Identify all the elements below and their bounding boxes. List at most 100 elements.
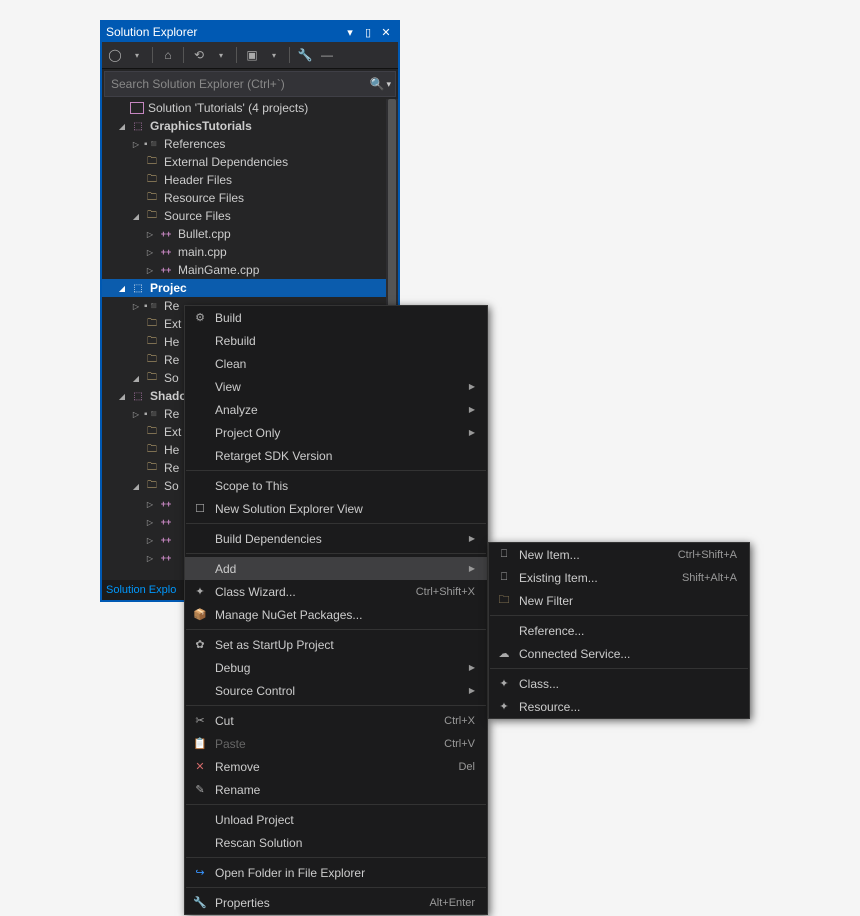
separator [152,47,153,63]
menu-cut[interactable]: ✂CutCtrl+X [185,709,487,732]
tree-row-project-selected[interactable]: ◢ ⬚ Projec [102,279,398,297]
expand-icon[interactable]: ◢ [116,120,128,132]
tree-row[interactable]: ▷🗀External Dependencies [102,153,398,171]
cpp-icon: ++ [158,262,174,278]
references-icon: ▪◾ [144,136,160,152]
menu-separator [186,523,486,524]
menu-class-wizard[interactable]: ✦Class Wizard...Ctrl+Shift+X [185,580,487,603]
menu-separator [186,629,486,630]
submenu-resource[interactable]: ✦Resource... [489,695,749,718]
cut-icon: ✂ [185,711,215,731]
separator [236,47,237,63]
menu-rename[interactable]: ✎Rename [185,778,487,801]
folder-icon: 🗀 [489,591,519,611]
menu-build-deps[interactable]: Build Dependencies▶ [185,527,487,550]
startup-icon: ✿ [185,635,215,655]
menu-clean[interactable]: Clean [185,352,487,375]
menu-rebuild[interactable]: Rebuild [185,329,487,352]
solution-icon [130,102,144,114]
home-icon[interactable]: ⌂ [159,46,177,64]
folder-icon: 🗀 [144,334,160,350]
menu-open-folder[interactable]: ↪Open Folder in File Explorer [185,861,487,884]
properties-icon[interactable]: 🔧 [296,46,314,64]
folder-icon: 🗀 [144,478,160,494]
class-icon: ✦ [489,674,519,694]
existing-item-icon: ⎕ [489,568,519,588]
tree-row-file[interactable]: ▷++main.cpp [102,243,398,261]
cpp-icon: ++ [158,532,174,548]
search-input[interactable] [109,76,370,92]
open-folder-icon: ↪ [185,863,215,883]
tree-row[interactable]: ◢🗀Source Files [102,207,398,225]
references-icon: ▪◾ [144,298,160,314]
submenu-class[interactable]: ✦Class... [489,672,749,695]
search-dd-icon[interactable]: ▾ [386,79,391,90]
submenu-new-item[interactable]: ⎕New Item...Ctrl+Shift+A [489,543,749,566]
dropdown-icon[interactable]: ▾ [342,24,358,40]
submenu-reference[interactable]: Reference... [489,619,749,642]
menu-view[interactable]: View▶ [185,375,487,398]
folder-icon: 🗀 [144,208,160,224]
new-view-icon: ☐ [185,499,215,519]
submenu-new-filter[interactable]: 🗀New Filter [489,589,749,612]
submenu-existing-item[interactable]: ⎕Existing Item...Shift+Alt+A [489,566,749,589]
cpp-icon: ++ [158,496,174,512]
menu-retarget[interactable]: Retarget SDK Version [185,444,487,467]
menu-separator [186,887,486,888]
menu-paste: 📋PasteCtrl+V [185,732,487,755]
nuget-icon: 📦 [185,605,215,625]
rename-icon: ✎ [185,780,215,800]
menu-scope[interactable]: Scope to This [185,474,487,497]
menu-build[interactable]: ⚙Build [185,306,487,329]
menu-nuget[interactable]: 📦Manage NuGet Packages... [185,603,487,626]
sync-dd-icon[interactable]: ▾ [212,46,230,64]
menu-project-only[interactable]: Project Only▶ [185,421,487,444]
separator [183,47,184,63]
menu-separator [186,804,486,805]
tree-label: Solution 'Tutorials' (4 projects) [148,101,308,115]
menu-new-view[interactable]: ☐New Solution Explorer View [185,497,487,520]
back-dd-icon[interactable]: ▾ [128,46,146,64]
project-icon: ⬚ [130,118,146,134]
tree-row[interactable]: ▷🗀Header Files [102,171,398,189]
submenu-connected-service[interactable]: ☁Connected Service... [489,642,749,665]
tree-row[interactable]: ▷▪◾References [102,135,398,153]
close-icon[interactable]: ✕ [378,24,394,40]
tab-solution-explorer[interactable]: Solution Explo [106,584,176,596]
build-icon: ⚙ [185,308,215,328]
tree-row[interactable]: ▷🗀Resource Files [102,189,398,207]
references-icon: ▪◾ [144,406,160,422]
menu-separator [490,668,748,669]
tree-row-project[interactable]: ◢ ⬚ GraphicsTutorials [102,117,398,135]
menu-debug[interactable]: Debug▶ [185,656,487,679]
pin-icon[interactable]: ▯ [360,24,376,40]
menu-analyze[interactable]: Analyze▶ [185,398,487,421]
folder-icon: 🗀 [144,172,160,188]
submenu-arrow-icon: ▶ [469,405,475,414]
tree-row-file[interactable]: ▷++Bullet.cpp [102,225,398,243]
show-all-icon[interactable]: ▣ [243,46,261,64]
back-icon[interactable]: ◯ [106,46,124,64]
cpp-icon: ++ [158,244,174,260]
preview-icon[interactable]: — [318,46,336,64]
submenu-arrow-icon: ▶ [469,534,475,543]
add-submenu: ⎕New Item...Ctrl+Shift+A ⎕Existing Item.… [488,542,750,719]
menu-remove[interactable]: ✕RemoveDel [185,755,487,778]
tree-label: GraphicsTutorials [150,119,252,133]
tree-row-file[interactable]: ▷++MainGame.cpp [102,261,398,279]
project-icon: ⬚ [130,280,146,296]
tree-row-solution[interactable]: ▷ Solution 'Tutorials' (4 projects) [102,99,398,117]
search-box[interactable]: 🔍 ▾ [104,71,396,97]
search-icon[interactable]: 🔍 [370,77,385,91]
menu-rescan[interactable]: Rescan Solution [185,831,487,854]
menu-unload[interactable]: Unload Project [185,808,487,831]
menu-add[interactable]: Add▶ [185,557,487,580]
submenu-arrow-icon: ▶ [469,564,475,573]
wrench-icon: 🔧 [185,893,215,913]
menu-properties[interactable]: 🔧PropertiesAlt+Enter [185,891,487,914]
show-all-dd-icon[interactable]: ▾ [265,46,283,64]
sync-icon[interactable]: ⟲ [190,46,208,64]
menu-source-control[interactable]: Source Control▶ [185,679,487,702]
tree-label: Projec [150,281,187,295]
menu-startup[interactable]: ✿Set as StartUp Project [185,633,487,656]
